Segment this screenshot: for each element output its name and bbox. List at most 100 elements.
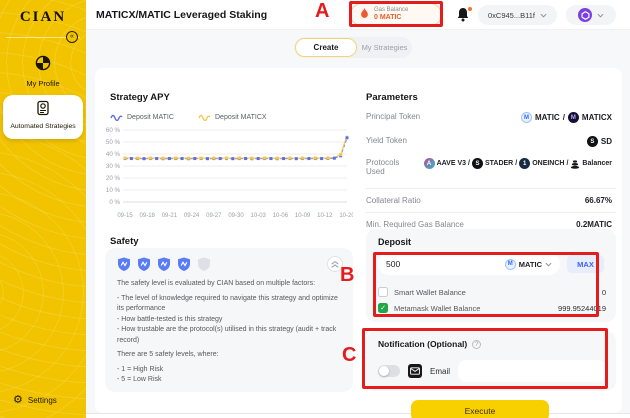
param-label: Principal Token bbox=[366, 112, 420, 121]
token-selector-label: MATIC bbox=[519, 260, 542, 269]
matic-token-icon: M bbox=[505, 259, 516, 270]
svg-text:10-06: 10-06 bbox=[273, 213, 289, 219]
balance-label: Smart Wallet Balance bbox=[394, 288, 466, 297]
param-value-text: ONEINCH bbox=[532, 160, 564, 167]
svg-text:10-09: 10-09 bbox=[295, 213, 311, 219]
sidebar-item-label: Settings bbox=[28, 396, 57, 405]
automated-strategies-icon bbox=[35, 103, 51, 120]
param-label: Protocols Used bbox=[366, 158, 408, 176]
toggle-knob bbox=[379, 366, 389, 376]
polygon-network-icon bbox=[578, 8, 592, 22]
svg-text:60 %: 60 % bbox=[106, 127, 121, 134]
balancer-protocol-icon bbox=[570, 159, 580, 169]
balance-label: Metamask Wallet Balance bbox=[394, 304, 480, 313]
svg-text:10-03: 10-03 bbox=[251, 213, 267, 219]
svg-text:09-15: 09-15 bbox=[117, 213, 133, 219]
param-value-text: STADER bbox=[485, 160, 513, 167]
gas-balance-label: Gas Balance bbox=[374, 7, 408, 14]
deposit-amount-field: M MATIC bbox=[378, 253, 560, 275]
param-value-text: MATIC bbox=[535, 113, 560, 122]
sidebar-item-label: My Profile bbox=[0, 79, 86, 88]
safety-factor: - The level of knowledge required to nav… bbox=[117, 294, 341, 315]
balance-value: 999.95244019 bbox=[558, 304, 606, 313]
param-value-text: 66.67% bbox=[585, 196, 612, 205]
chevron-down-icon bbox=[545, 262, 552, 267]
svg-text:40 %: 40 % bbox=[106, 151, 121, 158]
param-value-text: AAVE V3 bbox=[437, 160, 466, 167]
sidebar-item-automated-strategies[interactable]: Automated Strategies bbox=[3, 95, 83, 139]
stader-protocol-icon: S bbox=[472, 158, 483, 169]
sidebar-item-settings[interactable]: ⚙ Settings bbox=[13, 395, 57, 406]
param-row-min-gas: Min. Required Gas Balance 0.2MATIC bbox=[366, 212, 616, 229]
deposit-card: Deposit M MATIC MAX Smart Wallet Balance… bbox=[366, 229, 616, 322]
tabs-bar: Create My Strategies bbox=[294, 37, 412, 58]
wallet-address-button[interactable]: 0xC945...B11f bbox=[478, 5, 557, 25]
safety-levels-intro: There are 5 safety levels, where: bbox=[117, 350, 341, 361]
legend-deposit-matic: Deposit MATIC bbox=[110, 113, 174, 121]
param-row-yield-token: Yield Token S SD bbox=[366, 136, 616, 147]
deposit-amount-input[interactable] bbox=[386, 259, 466, 269]
param-label: Collateral Ratio bbox=[366, 196, 421, 205]
notification-title: Notification (Optional) bbox=[378, 339, 467, 349]
chevron-down-icon bbox=[597, 13, 604, 18]
safety-card: The safety level is evaluated by CIAN ba… bbox=[105, 248, 353, 392]
svg-text:09-24: 09-24 bbox=[184, 213, 200, 219]
notifications-bell-button[interactable] bbox=[456, 7, 472, 23]
sidebar: CIAN « My Profile Automated Strategies ⚙… bbox=[0, 0, 86, 418]
param-value-text: 0.2MATIC bbox=[576, 220, 612, 229]
param-value-text: MATICX bbox=[582, 113, 612, 122]
balance-value: 0 bbox=[602, 288, 606, 297]
legend-label: Deposit MATICX bbox=[215, 114, 267, 121]
svg-text:0 %: 0 % bbox=[109, 199, 120, 206]
maticx-line-icon bbox=[198, 113, 211, 121]
safety-level-high: - 1 = High Risk bbox=[117, 365, 341, 376]
svg-text:50 %: 50 % bbox=[106, 139, 121, 146]
param-row-collateral-ratio: Collateral Ratio 66.67% bbox=[366, 188, 616, 205]
gas-balance-value: 0 MATIC bbox=[374, 14, 408, 22]
help-icon[interactable]: ? bbox=[472, 340, 481, 349]
annotation-letter-a: A bbox=[315, 0, 329, 23]
legend-label: Deposit MATIC bbox=[127, 114, 174, 121]
svg-text:10 %: 10 % bbox=[106, 187, 121, 194]
shield-filled-icon bbox=[177, 257, 191, 272]
gas-balance-button[interactable]: Gas Balance 0 MATIC bbox=[350, 3, 442, 26]
separator: / bbox=[468, 160, 470, 167]
execute-button[interactable]: Execute bbox=[411, 400, 549, 418]
svg-text:09-21: 09-21 bbox=[162, 213, 178, 219]
legend-deposit-maticx: Deposit MATICX bbox=[198, 113, 267, 121]
email-notification-toggle[interactable] bbox=[378, 365, 400, 377]
deposit-title: Deposit bbox=[378, 237, 604, 247]
sidebar-item-my-profile[interactable]: My Profile bbox=[0, 55, 86, 88]
sd-token-icon: S bbox=[587, 136, 598, 147]
param-row-protocols: Protocols Used A AAVE V3 / S STADER / 1 … bbox=[366, 158, 616, 176]
token-selector[interactable]: M MATIC bbox=[505, 259, 552, 270]
matic-token-icon: M bbox=[521, 112, 532, 123]
matic-line-icon bbox=[110, 113, 123, 121]
metamask-wallet-balance-row: ✓ Metamask Wallet Balance 999.95244019 bbox=[378, 303, 606, 313]
tab-create[interactable]: Create bbox=[295, 38, 357, 57]
svg-text:09-27: 09-27 bbox=[206, 213, 222, 219]
max-button[interactable]: MAX bbox=[567, 255, 604, 273]
oneinch-protocol-icon: 1 bbox=[519, 158, 530, 169]
network-selector-button[interactable] bbox=[566, 5, 616, 25]
smart-wallet-checkbox[interactable] bbox=[378, 287, 388, 297]
metamask-wallet-checkbox[interactable]: ✓ bbox=[378, 303, 388, 313]
email-input[interactable] bbox=[458, 360, 606, 382]
double-chevron-up-icon bbox=[330, 260, 340, 269]
tab-my-strategies[interactable]: My Strategies bbox=[357, 37, 412, 58]
header: MATICX/MATIC Leveraged Staking Gas Balan… bbox=[86, 0, 630, 30]
separator: / bbox=[563, 113, 565, 122]
sidebar-collapse-button[interactable]: « bbox=[66, 31, 78, 43]
smart-wallet-balance-row: Smart Wallet Balance 0 bbox=[378, 287, 606, 297]
profile-icon bbox=[35, 58, 51, 75]
safety-level-shields bbox=[117, 257, 341, 272]
notification-card: Notification (Optional) ? Email bbox=[366, 331, 616, 391]
param-label: Yield Token bbox=[366, 136, 407, 145]
svg-text:30 %: 30 % bbox=[106, 163, 121, 170]
parameters-title: Parameters bbox=[366, 92, 418, 103]
wallet-address: 0xC945...B11f bbox=[488, 11, 535, 20]
annotation-letter-b: B bbox=[340, 264, 354, 287]
sidebar-item-label: Automated Strategies bbox=[3, 123, 83, 130]
content-card: Strategy APY Deposit MATIC Deposit MATIC… bbox=[95, 68, 622, 413]
annotation-letter-c: C bbox=[342, 344, 356, 367]
